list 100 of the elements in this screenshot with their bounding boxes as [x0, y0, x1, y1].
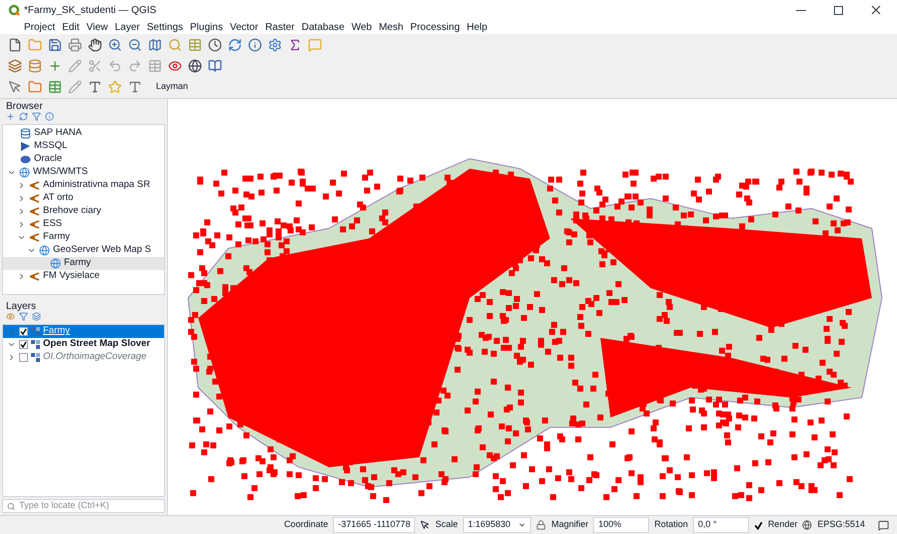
- zoom-in-icon[interactable]: [108, 38, 122, 52]
- tree-item[interactable]: FM Vysielace: [3, 270, 164, 283]
- menu-item[interactable]: Help: [466, 20, 488, 34]
- layer-checkbox[interactable]: [19, 353, 28, 362]
- layer-checkbox[interactable]: [19, 327, 28, 336]
- menu-item[interactable]: Project: [24, 20, 56, 34]
- refresh-icon[interactable]: [19, 112, 28, 121]
- dropdown-caret-icon: [518, 521, 526, 529]
- menu-item[interactable]: Vector: [230, 20, 258, 34]
- refresh-icon[interactable]: [228, 38, 242, 52]
- tree-item[interactable]: AT orto: [3, 192, 164, 205]
- panel-title: Browser: [5, 100, 44, 112]
- globe-icon: [19, 167, 30, 178]
- table-icon[interactable]: [188, 38, 202, 52]
- scale-dropdown[interactable]: 1:1695830: [462, 517, 532, 533]
- layers-icon[interactable]: [32, 312, 41, 321]
- filter-icon[interactable]: [19, 312, 28, 321]
- printer-icon[interactable]: [68, 38, 82, 52]
- rotation-field[interactable]: 0,0 °: [692, 517, 749, 533]
- layer-checkbox[interactable]: [19, 340, 28, 349]
- tree-item[interactable]: Brehove ciary: [3, 205, 164, 218]
- close-icon[interactable]: [871, 5, 881, 15]
- plus-icon[interactable]: [48, 59, 62, 73]
- tree-item[interactable]: Farmy: [3, 257, 164, 270]
- tree-item[interactable]: GeoServer Web Map S: [3, 244, 164, 257]
- menu-item[interactable]: Mesh: [378, 20, 404, 34]
- layer-row[interactable]: Open Street Map Slover: [3, 338, 164, 351]
- flag-icon: [20, 141, 31, 152]
- layer-type-icon: [31, 327, 40, 336]
- type-icon[interactable]: [128, 80, 142, 94]
- toolbar-label[interactable]: Layman: [156, 80, 188, 94]
- connection-icon: [29, 233, 40, 242]
- menu-item[interactable]: Raster: [265, 20, 295, 34]
- menu-item[interactable]: Web: [351, 20, 372, 34]
- table-icon[interactable]: [48, 80, 62, 94]
- app-logo-icon: [8, 4, 20, 16]
- connection-icon: [29, 272, 40, 281]
- restore-icon[interactable]: [834, 6, 843, 14]
- eye-icon[interactable]: [6, 312, 15, 321]
- filter-icon[interactable]: [32, 112, 41, 121]
- eye-icon[interactable]: [168, 59, 182, 73]
- layers-icon[interactable]: [8, 59, 22, 73]
- connection-icon: [29, 207, 40, 216]
- new-file-icon[interactable]: [8, 38, 22, 52]
- menu-item[interactable]: Layer: [114, 20, 140, 34]
- menu-item[interactable]: Settings: [146, 20, 184, 34]
- book-icon[interactable]: [208, 59, 222, 73]
- globe-icon[interactable]: [802, 520, 812, 530]
- database-icon: [20, 128, 31, 139]
- sigma-icon[interactable]: [288, 38, 302, 52]
- menu-item[interactable]: View: [86, 20, 108, 34]
- menu-item[interactable]: Edit: [62, 20, 80, 34]
- connection-icon: [29, 181, 40, 190]
- globe-icon: [50, 258, 61, 269]
- hand-icon[interactable]: [88, 38, 102, 52]
- locate-field[interactable]: Type to locate (Ctrl+K): [2, 499, 165, 513]
- layer-type-icon: [31, 340, 40, 349]
- clock-icon[interactable]: [208, 38, 222, 52]
- magnifier-label: Magnifier: [551, 518, 588, 532]
- coordinate-label: Coordinate: [284, 518, 328, 532]
- tree-item[interactable]: Oracle: [3, 153, 164, 166]
- menu-item[interactable]: Database: [302, 20, 344, 34]
- search-icon: [7, 502, 16, 510]
- zoom-out-icon[interactable]: [128, 38, 142, 52]
- scale-label: Scale: [435, 518, 458, 532]
- pointer-icon[interactable]: [420, 520, 430, 530]
- coordinate-field[interactable]: -371665 -1110778: [333, 517, 416, 533]
- type-icon[interactable]: [88, 80, 102, 94]
- message-icon[interactable]: [878, 520, 889, 530]
- tree-item[interactable]: ESS: [3, 218, 164, 231]
- render-checkbox[interactable]: [754, 520, 763, 530]
- menu-item[interactable]: Plugins: [190, 20, 223, 34]
- tree-item[interactable]: WMS/WMTS: [3, 166, 164, 179]
- window-title: *Farmy_SK_studenti — QGIS: [24, 4, 156, 18]
- add-icon[interactable]: [6, 112, 15, 121]
- panel-title: Layers: [5, 300, 38, 312]
- rotation-label: Rotation: [654, 518, 688, 532]
- connection-icon: [29, 194, 40, 203]
- layer-row[interactable]: OI.OrthoimageCoverage: [3, 351, 164, 364]
- globe-icon[interactable]: [188, 59, 202, 73]
- tree-item[interactable]: Farmy: [3, 231, 164, 244]
- folder-icon[interactable]: [28, 80, 42, 94]
- render-label: Render: [768, 518, 798, 532]
- star-icon[interactable]: [108, 80, 122, 94]
- info-icon[interactable]: [45, 112, 54, 121]
- save-icon[interactable]: [48, 38, 62, 52]
- lock-icon[interactable]: [536, 520, 546, 530]
- map-icon[interactable]: [148, 38, 162, 52]
- database-icon[interactable]: [28, 59, 42, 73]
- layer-row[interactable]: Farmy: [3, 325, 164, 338]
- crs-button[interactable]: EPSG:5514: [817, 518, 865, 532]
- magnifier-field[interactable]: 100%: [593, 517, 650, 533]
- tree-item[interactable]: MSSQL: [3, 140, 164, 153]
- tree-item[interactable]: SAP HANA: [3, 127, 164, 140]
- gear-icon[interactable]: [268, 38, 282, 52]
- menu-item[interactable]: Processing: [410, 20, 460, 34]
- layer-type-icon: [31, 353, 40, 362]
- info-icon[interactable]: [248, 38, 262, 52]
- globe-icon: [39, 245, 50, 256]
- tree-item[interactable]: Administrativna mapa SR: [3, 179, 164, 192]
